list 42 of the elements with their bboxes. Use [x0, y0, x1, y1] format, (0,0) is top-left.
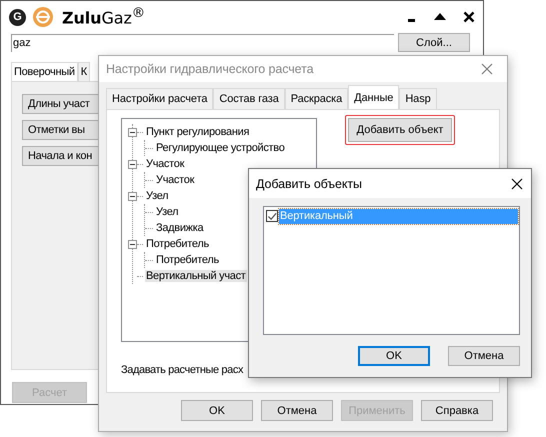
tab[interactable]: К [78, 62, 90, 81]
collapse-icon[interactable] [128, 128, 137, 136]
tree-item[interactable]: Задвижка [155, 222, 204, 234]
logo-badge: G [9, 8, 26, 26]
action-button[interactable]: Начала и кон [22, 146, 99, 166]
tree-item[interactable]: Потребитель [155, 254, 220, 266]
tree-item[interactable]: Вертикальный участ [145, 270, 247, 282]
tree-item[interactable]: Узел [155, 206, 180, 218]
checkbox[interactable] [266, 210, 278, 222]
tab[interactable]: Настройки расчета [106, 88, 214, 109]
collapse-icon[interactable] [128, 192, 137, 200]
tree-item[interactable]: Участок [155, 174, 196, 186]
tab[interactable]: Hasp [399, 88, 437, 109]
option-label: Задавать расчетные расх [121, 364, 244, 376]
tab[interactable]: Состав газа [213, 88, 285, 109]
close-icon[interactable] [463, 11, 475, 23]
dialog-button[interactable]: Отмена [261, 400, 333, 421]
tab[interactable]: Поверочный [11, 62, 78, 81]
add-object-button[interactable]: Добавить объект [348, 118, 452, 142]
dialog-title: Настройки гидравлического расчета [106, 62, 314, 76]
close-icon[interactable] [511, 178, 523, 190]
tree-item[interactable]: Регулирующее устройство [155, 142, 286, 154]
dialog-title: Добавить объекты [256, 176, 362, 190]
app-title: ZuluGaz$^{®}$ [62, 6, 146, 28]
dialog-button[interactable]: OK [358, 346, 430, 366]
dialog-button[interactable]: Отмена [448, 346, 520, 366]
maximize-icon[interactable] [433, 12, 447, 22]
ring-logo-icon [32, 6, 54, 28]
tab[interactable]: Данные [348, 85, 400, 109]
tree-item[interactable]: Пункт регулирования [145, 126, 250, 138]
tree-item[interactable]: Участок [145, 158, 186, 170]
tab[interactable]: Раскраска [284, 88, 348, 109]
dialog-button[interactable]: OK [181, 400, 253, 421]
action-button[interactable]: Отметки вы [22, 120, 99, 140]
tree-item[interactable]: Потребитель [145, 238, 210, 250]
dialog-button[interactable]: Справка [421, 400, 493, 421]
layer-button[interactable]: Слой... [398, 33, 470, 52]
action-button[interactable]: Длины участ [22, 94, 99, 114]
collapse-icon[interactable] [128, 240, 137, 248]
tree-item[interactable]: Узел [145, 190, 170, 202]
collapse-icon[interactable] [128, 160, 137, 168]
layer-field[interactable]: gaz [11, 34, 394, 52]
